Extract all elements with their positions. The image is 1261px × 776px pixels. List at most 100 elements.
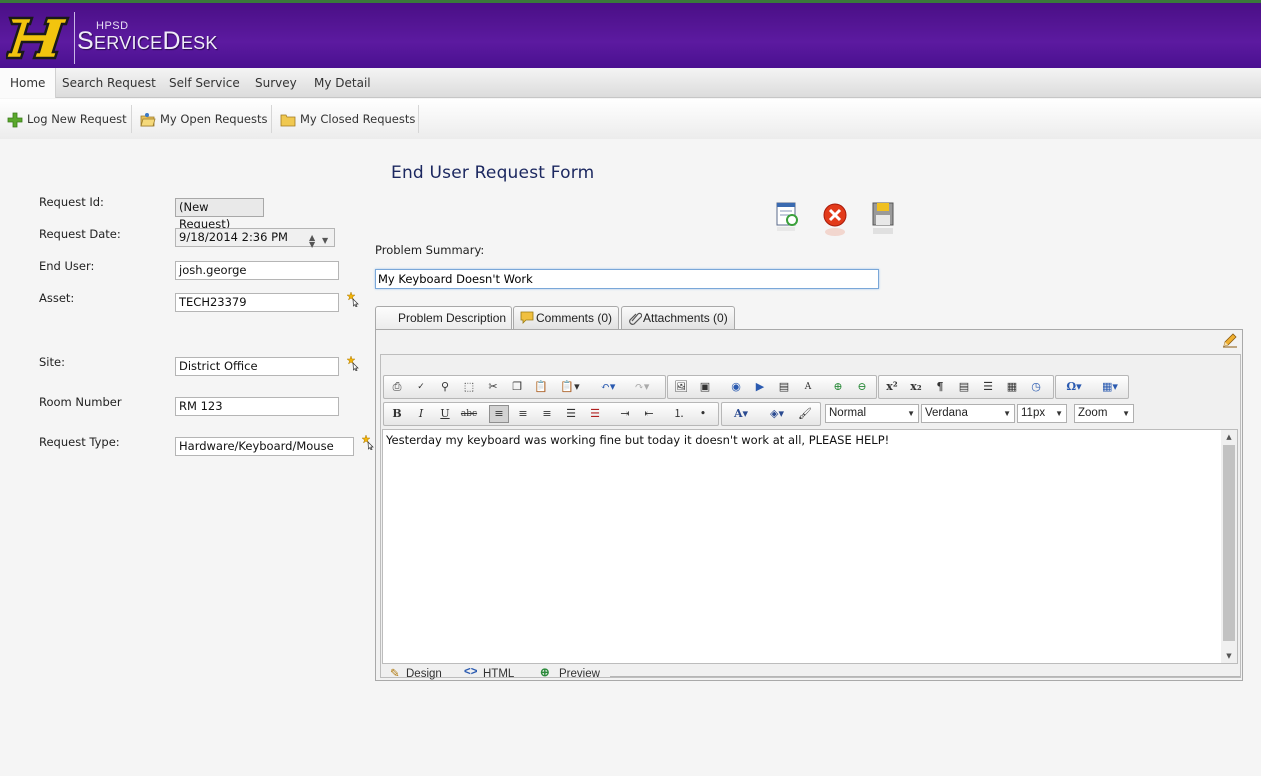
undo-icon[interactable]: ↶▾: [593, 378, 623, 396]
justify-icon[interactable]: ☰: [561, 405, 581, 423]
subscript-icon[interactable]: x₂: [906, 378, 926, 396]
align-right-icon[interactable]: ≡: [537, 405, 557, 423]
plus-icon: [7, 112, 23, 128]
menu-search-request[interactable]: Search Request: [52, 68, 166, 98]
tab-problem-description[interactable]: Problem Description: [375, 306, 512, 329]
app-header: HPSD ServiceDesk: [0, 3, 1261, 68]
horizontal-rule-icon[interactable]: ☰: [978, 378, 998, 396]
asset-label: Asset:: [39, 291, 75, 305]
room-number-field[interactable]: RM 123: [175, 397, 339, 416]
hyperlink-icon[interactable]: ⊕: [828, 378, 848, 396]
paragraph-format-select[interactable]: Normal ▼: [825, 404, 919, 423]
menu-home[interactable]: Home: [0, 68, 57, 98]
menu-survey[interactable]: Survey: [245, 68, 307, 98]
menu-my-detail[interactable]: My Detail: [304, 68, 381, 98]
toolbar-divider: [131, 105, 132, 133]
paste-icon[interactable]: 📋: [531, 378, 551, 396]
zoom-select[interactable]: Zoom ▼: [1074, 404, 1134, 423]
save-icon[interactable]: [869, 201, 897, 237]
editor-scrollbar[interactable]: ▲ ▼: [1221, 430, 1237, 663]
request-id-label: Request Id:: [39, 195, 104, 209]
paste-options-icon[interactable]: 📋▾: [555, 378, 585, 396]
format-stripper-icon[interactable]: ▦: [1002, 378, 1022, 396]
flash-icon[interactable]: ◉: [726, 378, 746, 396]
align-center-icon[interactable]: ≡: [513, 405, 533, 423]
align-left-icon[interactable]: ≡: [489, 405, 509, 423]
document-manager-icon[interactable]: ▤: [774, 378, 794, 396]
find-icon[interactable]: ⚲: [435, 378, 455, 396]
table-icon[interactable]: ▦▾: [1095, 378, 1125, 396]
underline-icon[interactable]: U: [435, 405, 455, 423]
paragraph-icon[interactable]: ¶: [930, 378, 950, 396]
new-paragraph-icon[interactable]: ▤: [954, 378, 974, 396]
menu-self-service[interactable]: Self Service: [159, 68, 250, 98]
spellcheck-icon[interactable]: ✓: [411, 378, 431, 396]
edit-pencil-icon[interactable]: [1222, 332, 1238, 348]
cancel-icon[interactable]: [821, 201, 849, 237]
redo-icon[interactable]: ↷▾: [627, 378, 657, 396]
font-size-select[interactable]: 11px ▼: [1017, 404, 1067, 423]
paragraph-format-value: Normal: [829, 407, 867, 419]
remove-link-icon[interactable]: ⊖: [852, 378, 872, 396]
my-open-requests-label: My Open Requests: [160, 112, 268, 126]
folder-icon: [280, 114, 296, 127]
date-time-icon[interactable]: ◷: [1026, 378, 1046, 396]
scroll-up-icon[interactable]: ▲: [1221, 430, 1237, 444]
date-spinner[interactable]: ▲ ▼ ▼: [309, 229, 331, 249]
request-id-field: (New Request): [175, 198, 264, 231]
print-icon[interactable]: ⎙: [387, 378, 407, 396]
end-user-field[interactable]: josh.george: [175, 261, 339, 280]
outdent-icon[interactable]: ⇤: [639, 405, 659, 423]
room-number-label: Room Number: [39, 395, 122, 409]
date-dropdown-icon[interactable]: ▼: [322, 232, 328, 249]
tab-comments-label: Comments (0): [536, 311, 613, 325]
tab-attachments[interactable]: Attachments (0): [621, 306, 735, 329]
site-field[interactable]: District Office: [175, 357, 339, 376]
copy-icon[interactable]: ❐: [507, 378, 527, 396]
log-new-request-button[interactable]: Log New Request: [7, 105, 127, 133]
italic-icon[interactable]: I: [411, 405, 431, 423]
asset-field[interactable]: TECH23379: [175, 293, 339, 312]
mode-design-tab[interactable]: ✎ Design: [388, 668, 442, 680]
font-name-select[interactable]: Verdana ▼: [921, 404, 1015, 423]
scroll-down-icon[interactable]: ▼: [1221, 649, 1237, 663]
mode-html-tab[interactable]: <> HTML: [463, 668, 514, 680]
my-closed-requests-button[interactable]: My Closed Requests: [280, 105, 415, 133]
bold-icon[interactable]: B: [387, 405, 407, 423]
chevron-down-icon: ▼: [907, 409, 915, 418]
image-map-icon[interactable]: ▣: [695, 378, 715, 396]
strikethrough-icon[interactable]: abc: [459, 405, 479, 423]
brand-title: ServiceDesk: [77, 27, 218, 55]
refresh-form-icon[interactable]: [774, 201, 802, 237]
form-title: End User Request Form: [391, 163, 595, 183]
tab-comments[interactable]: Comments (0): [513, 306, 619, 329]
media-icon[interactable]: ▶: [750, 378, 770, 396]
mode-preview-tab[interactable]: ⊕ Preview: [538, 668, 600, 680]
sub-toolbar: Log New Request My Open Requests My Clos…: [0, 99, 1261, 139]
highlight-color-icon[interactable]: ◈▾: [761, 405, 793, 423]
asset-lookup-icon[interactable]: [346, 291, 360, 307]
indent-icon[interactable]: ⇥: [615, 405, 635, 423]
editor-content-area[interactable]: Yesterday my keyboard was working fine b…: [382, 429, 1238, 664]
request-date-field[interactable]: 9/18/2014 2:36 PM ▲ ▼ ▼: [175, 228, 335, 249]
cut-icon[interactable]: ✂: [483, 378, 503, 396]
format-painter-icon[interactable]: 🖌: [795, 405, 815, 423]
scroll-thumb[interactable]: [1223, 445, 1235, 641]
my-open-requests-button[interactable]: My Open Requests: [140, 105, 267, 133]
request-type-field[interactable]: Hardware/Keyboard/Mouse: [175, 437, 354, 456]
numbered-list-icon[interactable]: ⒈: [669, 405, 689, 423]
template-icon[interactable]: A: [798, 378, 818, 396]
mode-html-label: HTML: [483, 668, 515, 680]
font-color-icon[interactable]: A▾: [725, 405, 757, 423]
spinner-down-icon[interactable]: ▼: [309, 236, 315, 253]
site-lookup-icon[interactable]: [346, 355, 360, 371]
preview-magnifier-icon: ⊕: [540, 668, 550, 679]
request-type-lookup-icon[interactable]: [361, 434, 375, 450]
superscript-icon[interactable]: x²: [882, 378, 902, 396]
symbol-icon[interactable]: Ω▾: [1059, 378, 1089, 396]
select-all-icon[interactable]: ⬚: [459, 378, 479, 396]
image-icon[interactable]: 🖼: [671, 378, 691, 396]
remove-alignment-icon[interactable]: ☰: [585, 405, 605, 423]
bulleted-list-icon[interactable]: •: [693, 405, 713, 423]
problem-summary-input[interactable]: [375, 269, 879, 289]
